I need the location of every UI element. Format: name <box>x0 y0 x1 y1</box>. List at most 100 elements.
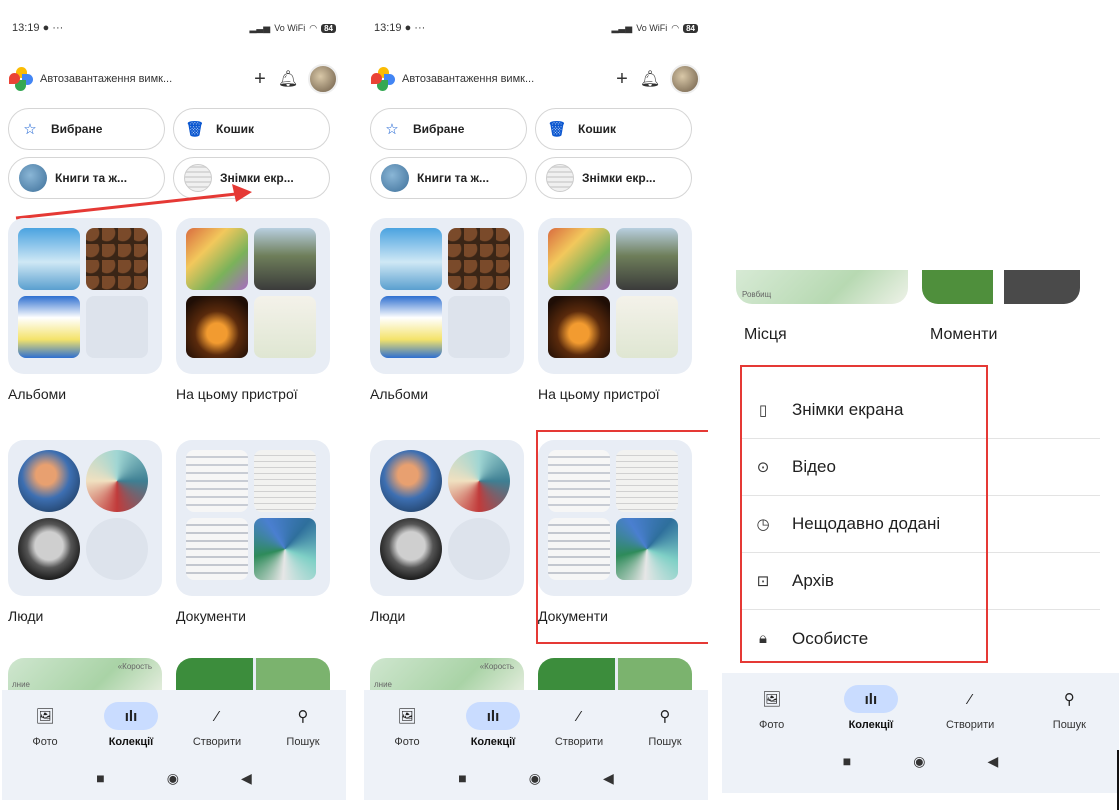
avatar[interactable] <box>308 64 338 94</box>
brush-icon: ⁄ <box>215 707 219 725</box>
bottom-navigation: 🖼︎ Фото ılı Колекції ⁄ Створити ⚲ Пошук ■ ◉ … <box>722 673 1119 793</box>
signal-icon: ▂▃▅ <box>611 22 633 33</box>
moments-label: Моменти <box>930 326 998 343</box>
collection-label: Документи <box>176 608 246 624</box>
chip-screenshots[interactable]: Знімки екр... <box>535 157 692 199</box>
signal-icon: ▂▃▅ <box>249 22 271 33</box>
recent-apps-icon[interactable]: ■ <box>96 770 104 787</box>
collection-on-device[interactable]: На цьому пристрої <box>176 218 330 440</box>
collection-tile[interactable] <box>538 218 692 374</box>
collection-label: Люди <box>370 608 406 624</box>
collection-people[interactable]: Люди <box>8 440 162 662</box>
trash-icon: 🗑︎ <box>185 121 205 138</box>
album-thumbnail <box>546 164 574 192</box>
wifi-icon: ◠ <box>671 22 680 33</box>
nav-search[interactable]: ⚲ Пошук <box>625 702 705 748</box>
home-icon[interactable]: ◉ <box>529 770 541 787</box>
recent-apps-icon[interactable]: ■ <box>458 770 466 787</box>
search-icon: ⚲ <box>297 708 309 725</box>
quick-chips: ☆ Вибране 🗑︎ Кошик Книги та ж... Знімки ек… <box>370 108 696 199</box>
nav-search[interactable]: ⚲ Пошук <box>1029 685 1109 731</box>
collection-tile[interactable] <box>8 440 162 596</box>
status-indicators: ▂▃▅ Vo WiFi ◠ 84 <box>249 23 336 34</box>
chip-books[interactable]: Книги та ж... <box>370 157 527 199</box>
nav-collections[interactable]: ılı Колекції <box>91 702 171 748</box>
collection-label: Альбоми <box>8 386 67 402</box>
moments-tile-peek[interactable] <box>922 270 1080 304</box>
brush-icon: ⁄ <box>577 707 581 725</box>
bell-icon[interactable]: 🔔︎ <box>274 69 302 89</box>
chip-trash[interactable]: 🗑︎ Кошик <box>535 108 692 150</box>
photo-icon: 🖼︎ <box>35 708 55 725</box>
status-extra: ● ··· <box>404 22 426 34</box>
chip-trash[interactable]: 🗑︎ Кошик <box>173 108 330 150</box>
avatar[interactable] <box>670 64 700 94</box>
collection-albums[interactable]: Альбоми <box>8 218 162 440</box>
collection-people[interactable]: Люди <box>370 440 524 662</box>
collection-tile[interactable] <box>8 218 162 374</box>
system-navigation: ■ ◉ ◀ <box>364 770 708 787</box>
highlight-box-documents <box>536 430 708 644</box>
phone-screen-2: 13:19 ● ··· ▂▃▅ Vo WiFi ◠ 84 Автозаванта… <box>364 0 708 800</box>
nav-create[interactable]: ⁄ Створити <box>539 702 619 749</box>
status-extra: ● ··· <box>42 22 64 34</box>
collection-label: Люди <box>8 608 44 624</box>
nav-photos[interactable]: 🖼︎ Фото <box>5 702 85 748</box>
status-bar: 13:19 ● ··· ▂▃▅ Vo WiFi ◠ 84 <box>374 18 698 38</box>
home-icon[interactable]: ◉ <box>913 753 925 770</box>
search-icon: ⚲ <box>659 708 671 725</box>
nav-create[interactable]: ⁄ Створити <box>177 702 257 749</box>
trash-icon: 🗑︎ <box>547 121 567 138</box>
status-indicators: ▂▃▅ Vo WiFi ◠ 84 <box>611 23 698 34</box>
collections-grid: Альбоми На цьому пристрої Люди Документи <box>8 218 334 662</box>
chip-favorites[interactable]: ☆ Вибране <box>8 108 165 150</box>
collection-documents[interactable]: Документи <box>176 440 330 662</box>
status-time: 13:19 <box>374 22 402 34</box>
nav-collections[interactable]: ılı Колекції <box>453 702 533 748</box>
collections-icon: ılı <box>843 685 898 713</box>
collection-albums[interactable]: Альбоми <box>370 218 524 440</box>
more-collections-peek: Ровбищ <box>736 270 1096 304</box>
backup-status-title[interactable]: Автозавантаження вимк... <box>40 73 246 85</box>
network-label: Vo WiFi <box>636 23 668 33</box>
star-icon: ☆ <box>385 121 399 138</box>
highlight-box-menu <box>740 365 988 663</box>
backup-status-title[interactable]: Автозавантаження вимк... <box>402 73 608 85</box>
nav-create[interactable]: ⁄ Створити <box>930 685 1010 732</box>
nav-photos[interactable]: 🖼︎ Фото <box>367 702 447 748</box>
photo-icon: 🖼︎ <box>762 691 782 708</box>
back-icon[interactable]: ◀ <box>603 770 614 787</box>
nav-collections[interactable]: ılı Колекції <box>831 685 911 731</box>
battery-badge: 84 <box>683 23 698 33</box>
network-label: Vo WiFi <box>274 23 306 33</box>
recent-apps-icon[interactable]: ■ <box>843 753 851 770</box>
system-navigation: ■ ◉ ◀ <box>722 753 1119 770</box>
star-icon: ☆ <box>23 121 37 138</box>
collection-tile[interactable] <box>370 218 524 374</box>
collections-icon: ılı <box>466 702 520 730</box>
bottom-navigation: 🖼︎ Фото ılı Колекції ⁄ Створити ⚲ Пошук ■ ◉ … <box>364 690 708 800</box>
system-navigation: ■ ◉ ◀ <box>2 770 346 787</box>
chip-favorites[interactable]: ☆ Вибране <box>370 108 527 150</box>
places-tile-peek[interactable]: Ровбищ <box>736 270 908 304</box>
collection-tile[interactable] <box>176 440 330 596</box>
places-label: Місця <box>744 326 787 343</box>
back-icon[interactable]: ◀ <box>241 770 252 787</box>
add-icon[interactable]: + <box>608 68 636 91</box>
phone-screen-3: Ровбищ Місця Моменти ▯ Знімки екрана ⊙ Від… <box>722 0 1119 810</box>
search-icon: ⚲ <box>1063 691 1075 708</box>
app-header: Автозавантаження вимк... + 🔔︎ <box>370 62 700 96</box>
back-icon[interactable]: ◀ <box>987 753 998 770</box>
phone-screen-1: 13:19 ● ··· ▂▃▅ Vo WiFi ◠ 84 Автозаванта… <box>2 0 346 800</box>
bell-icon[interactable]: 🔔︎ <box>636 69 664 89</box>
nav-photos[interactable]: 🖼︎ Фото <box>732 685 812 731</box>
collection-on-device[interactable]: На цьому пристрої <box>538 218 692 440</box>
nav-search[interactable]: ⚲ Пошук <box>263 702 343 748</box>
add-icon[interactable]: + <box>246 68 274 91</box>
collection-tile[interactable] <box>176 218 330 374</box>
battery-badge: 84 <box>321 23 336 33</box>
collection-tile[interactable] <box>370 440 524 596</box>
home-icon[interactable]: ◉ <box>167 770 179 787</box>
red-arrow-annotation <box>15 184 252 220</box>
google-photos-logo-icon <box>370 66 396 92</box>
